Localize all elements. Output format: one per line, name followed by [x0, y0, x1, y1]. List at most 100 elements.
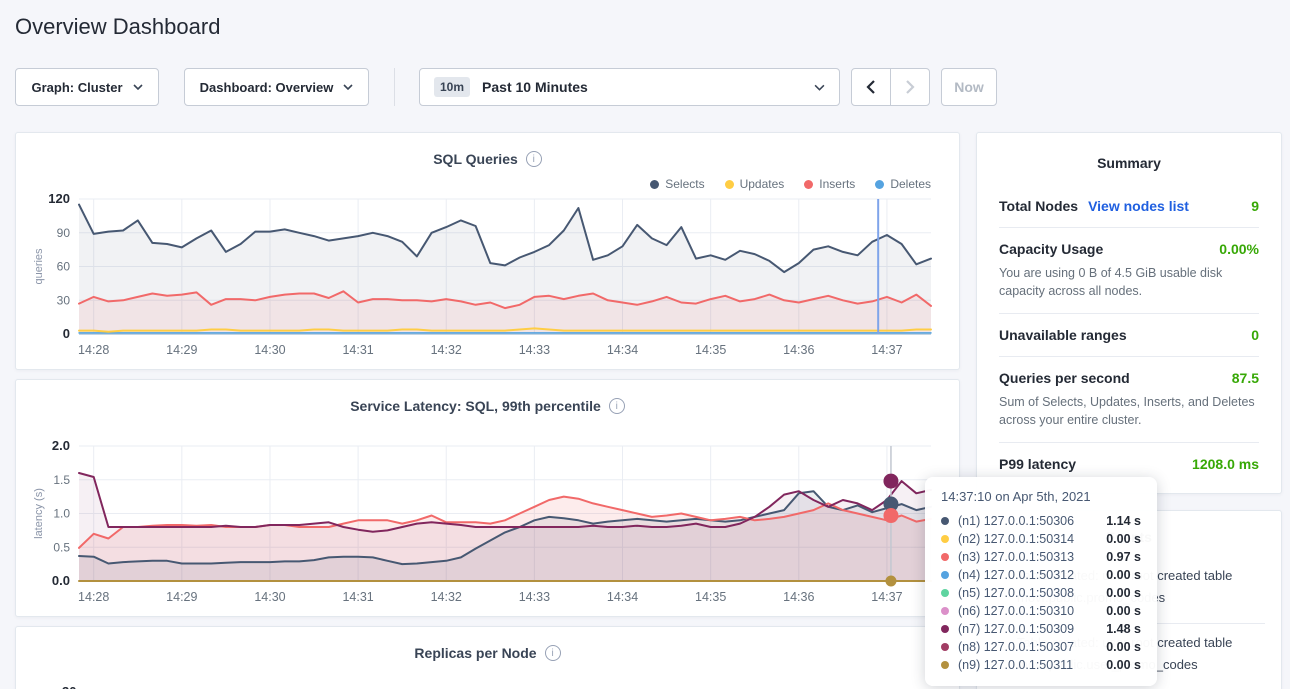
svg-text:14:32: 14:32	[431, 343, 462, 357]
node-color-dot	[941, 625, 949, 633]
node-color-dot	[941, 643, 949, 651]
legend-dot	[875, 180, 884, 189]
now-button[interactable]: Now	[941, 68, 997, 106]
svg-text:14:36: 14:36	[783, 343, 814, 357]
node-color-dot	[941, 589, 949, 597]
summary-label: Capacity Usage	[999, 241, 1103, 257]
prev-button[interactable]	[851, 68, 891, 106]
tooltip-row: (n6) 127.0.0.1:503100.00 s	[941, 602, 1141, 620]
node-address: (n9) 127.0.0.1:50311	[958, 658, 1100, 672]
legend-dot	[650, 180, 659, 189]
svg-text:14:31: 14:31	[342, 343, 373, 357]
summary-value: 9	[1251, 198, 1259, 214]
svg-text:latency (s): latency (s)	[33, 488, 45, 539]
time-nav-group	[851, 68, 930, 106]
node-address: (n5) 127.0.0.1:50308	[958, 586, 1100, 600]
svg-text:14:33: 14:33	[519, 590, 550, 604]
node-address: (n2) 127.0.0.1:50314	[958, 532, 1100, 546]
svg-text:0: 0	[63, 326, 70, 341]
tooltip-date: on Apr 5th, 2021	[995, 489, 1090, 504]
tooltip-time: 14:37:10	[941, 489, 992, 504]
node-color-dot	[941, 607, 949, 615]
svg-text:120: 120	[48, 191, 70, 206]
node-latency-value: 0.00 s	[1106, 532, 1141, 546]
summary-row-qps: Queries per second 87.5 Sum of Selects, …	[999, 356, 1259, 442]
svg-text:30: 30	[57, 293, 71, 307]
tooltip-row: (n7) 127.0.0.1:503091.48 s	[941, 620, 1141, 638]
svg-text:14:34: 14:34	[607, 590, 638, 604]
time-range-label: Past 10 Minutes	[482, 79, 588, 95]
node-latency-value: 0.00 s	[1106, 568, 1141, 582]
svg-text:2.0: 2.0	[52, 438, 70, 453]
tooltip-row: (n9) 127.0.0.1:503110.00 s	[941, 656, 1141, 674]
svg-text:0.5: 0.5	[53, 540, 70, 554]
ytick-label-partial: 30	[62, 684, 76, 689]
summary-label: Total Nodes	[999, 198, 1078, 214]
summary-value: 87.5	[1232, 370, 1259, 386]
chevron-down-icon	[343, 84, 353, 90]
node-color-dot	[941, 535, 949, 543]
summary-row-unavailable-ranges: Unavailable ranges 0	[999, 313, 1259, 356]
svg-text:14:31: 14:31	[342, 590, 373, 604]
svg-text:14:29: 14:29	[166, 590, 197, 604]
latency-chart[interactable]: 0.00.51.01.52.014:2814:2914:3014:3114:32…	[16, 436, 961, 608]
summary-label: Unavailable ranges	[999, 327, 1127, 343]
svg-text:14:28: 14:28	[78, 343, 109, 357]
summary-row-capacity: Capacity Usage 0.00% You are using 0 B o…	[999, 227, 1259, 313]
time-range-selector[interactable]: 10m Past 10 Minutes	[419, 68, 840, 106]
info-icon[interactable]: i	[545, 645, 561, 661]
node-address: (n3) 127.0.0.1:50313	[958, 550, 1100, 564]
latency-card: Service Latency: SQL, 99th percentile i …	[15, 379, 960, 617]
info-icon[interactable]: i	[609, 398, 625, 414]
latency-tooltip: 14:37:10 on Apr 5th, 2021 (n1) 127.0.0.1…	[925, 477, 1157, 686]
svg-text:queries: queries	[33, 248, 45, 285]
svg-text:14:37: 14:37	[871, 343, 902, 357]
tooltip-row: (n4) 127.0.0.1:503120.00 s	[941, 566, 1141, 584]
chart-title: Replicas per Node	[414, 645, 536, 661]
svg-text:14:32: 14:32	[431, 590, 462, 604]
summary-title: Summary	[999, 147, 1259, 185]
sql-queries-chart[interactable]: 030609012014:2814:2914:3014:3114:3214:33…	[16, 189, 961, 361]
chart-title: SQL Queries	[433, 151, 518, 167]
svg-text:1.0: 1.0	[53, 507, 70, 521]
svg-text:0.0: 0.0	[52, 573, 70, 588]
node-color-dot	[941, 517, 949, 525]
tooltip-row: (n1) 127.0.0.1:503061.14 s	[941, 512, 1141, 530]
svg-text:60: 60	[57, 260, 71, 274]
dashboard-dropdown[interactable]: Dashboard: Overview	[184, 68, 369, 106]
svg-text:14:34: 14:34	[607, 343, 638, 357]
summary-label: P99 latency	[999, 456, 1076, 472]
info-icon[interactable]: i	[526, 151, 542, 167]
summary-desc: You are using 0 B of 4.5 GiB usable disk…	[999, 264, 1259, 300]
tooltip-header: 14:37:10 on Apr 5th, 2021	[941, 489, 1141, 504]
replicas-card: Replicas per Node i 30	[15, 626, 960, 689]
tooltip-row: (n2) 127.0.0.1:50314 0.00 s	[941, 530, 1141, 548]
node-latency-value: 1.14 s	[1106, 514, 1141, 528]
view-nodes-link[interactable]: View nodes list	[1088, 198, 1189, 214]
legend-dot	[725, 180, 734, 189]
legend-dot	[804, 180, 813, 189]
toolbar: Graph: Cluster Dashboard: Overview 10m P…	[0, 68, 1290, 106]
svg-text:14:35: 14:35	[695, 343, 726, 357]
svg-text:14:30: 14:30	[254, 343, 285, 357]
node-color-dot	[941, 553, 949, 561]
overview-dashboard-page: Overview Dashboard Graph: Cluster Dashbo…	[0, 0, 1290, 689]
svg-text:14:37: 14:37	[871, 590, 902, 604]
dashboard-dropdown-label: Dashboard: Overview	[200, 80, 334, 95]
node-latency-value: 0.00 s	[1106, 604, 1141, 618]
next-button[interactable]	[890, 68, 930, 106]
chevron-left-icon	[866, 80, 876, 94]
tooltip-row: (n8) 127.0.0.1:50307 0.00 s	[941, 638, 1141, 656]
summary-value: 1208.0 ms	[1192, 456, 1259, 472]
svg-text:14:36: 14:36	[783, 590, 814, 604]
node-latency-value: 0.00 s	[1106, 640, 1141, 654]
graph-dropdown-label: Graph: Cluster	[31, 80, 122, 95]
node-address: (n8) 127.0.0.1:50307	[958, 640, 1100, 654]
summary-row-total-nodes: Total Nodes View nodes list 9	[999, 185, 1259, 227]
svg-text:14:28: 14:28	[78, 590, 109, 604]
summary-card: Summary Total Nodes View nodes list 9 Ca…	[976, 132, 1282, 494]
summary-desc: Sum of Selects, Updates, Inserts, and De…	[999, 393, 1259, 429]
graph-dropdown[interactable]: Graph: Cluster	[15, 68, 159, 106]
node-latency-value: 1.48 s	[1106, 622, 1141, 636]
node-color-dot	[941, 571, 949, 579]
